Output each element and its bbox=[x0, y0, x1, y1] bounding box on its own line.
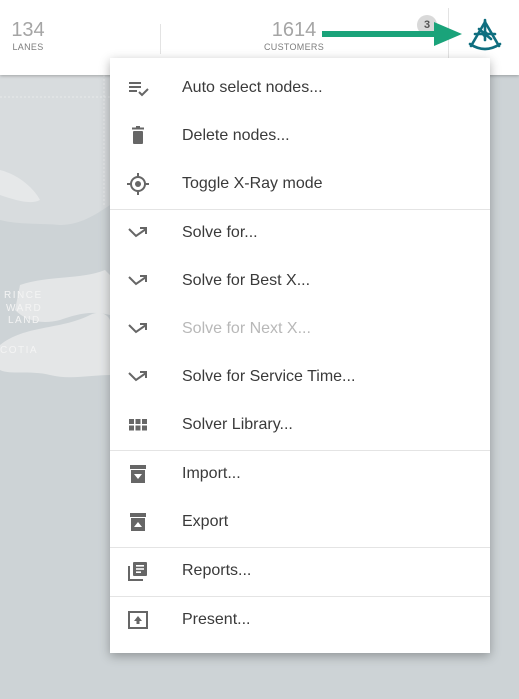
pointer-arrow-icon bbox=[322, 22, 462, 46]
trend-arrow-icon bbox=[128, 371, 147, 382]
trend-arrow-icon bbox=[128, 323, 147, 334]
lanes-stat: 134 LANES bbox=[8, 18, 48, 53]
menu-item-label: Solve for... bbox=[182, 224, 258, 241]
menu-item-solver-library[interactable]: Solver Library... bbox=[110, 401, 490, 449]
menu-item-label: Reports... bbox=[182, 562, 252, 579]
menu-item-reports[interactable]: Reports... bbox=[110, 547, 490, 595]
map-label: COTIA bbox=[0, 345, 39, 356]
present-upload-icon bbox=[128, 611, 148, 629]
menu-item-solve-for-best-x[interactable]: Solve for Best X... bbox=[110, 257, 490, 305]
archive-up-icon bbox=[130, 513, 146, 531]
map-label: WARD bbox=[6, 303, 43, 314]
menu-item-present[interactable]: Present... bbox=[110, 596, 490, 644]
trend-arrow-icon bbox=[128, 275, 147, 286]
lanes-label: LANES bbox=[12, 42, 44, 52]
customers-label: CUSTOMERS bbox=[263, 42, 325, 52]
archive-down-icon bbox=[130, 465, 146, 483]
library-books-icon bbox=[128, 562, 147, 581]
sextant-icon[interactable] bbox=[466, 18, 504, 52]
menu-item-label: Present... bbox=[182, 611, 251, 628]
grid-icon bbox=[129, 419, 147, 431]
menu-item-toggle-xray[interactable]: Toggle X-Ray mode bbox=[110, 160, 490, 208]
menu-item-label: Solve for Best X... bbox=[182, 272, 311, 289]
crosshair-icon bbox=[127, 173, 149, 195]
playlist-check-icon bbox=[129, 82, 149, 97]
lanes-count: 134 bbox=[11, 19, 45, 41]
menu-item-auto-select-nodes[interactable]: Auto select nodes... bbox=[110, 64, 490, 112]
menu-item-label: Export bbox=[182, 513, 229, 530]
map-label: LAND bbox=[8, 315, 41, 326]
customers-stat: 1614 CUSTOMERS bbox=[262, 18, 326, 53]
menu-item-delete-nodes[interactable]: Delete nodes... bbox=[110, 112, 490, 160]
menu-item-label: Import... bbox=[182, 465, 241, 482]
menu-item-label: Toggle X-Ray mode bbox=[182, 175, 323, 192]
menu-item-label: Solve for Next X... bbox=[182, 320, 311, 337]
stat-divider bbox=[160, 24, 161, 54]
menu-item-solve-for-next-x[interactable]: Solve for Next X... bbox=[110, 305, 490, 353]
menu-item-import[interactable]: Import... bbox=[110, 450, 490, 498]
menu-item-solve-for-service-time[interactable]: Solve for Service Time... bbox=[110, 353, 490, 401]
actions-menu: Auto select nodes... Delete nodes... Tog… bbox=[110, 58, 490, 653]
map-label: RINCE bbox=[4, 290, 43, 301]
trash-icon bbox=[132, 126, 144, 144]
menu-item-label: Delete nodes... bbox=[182, 127, 290, 144]
menu-item-export[interactable]: Export bbox=[110, 498, 490, 546]
customers-count: 1614 bbox=[271, 19, 317, 41]
trend-arrow-icon bbox=[128, 227, 147, 238]
menu-item-label: Solve for Service Time... bbox=[182, 368, 356, 385]
menu-item-solve-for[interactable]: Solve for... bbox=[110, 209, 490, 257]
menu-item-label: Solver Library... bbox=[182, 416, 293, 433]
menu-item-label: Auto select nodes... bbox=[182, 79, 323, 96]
